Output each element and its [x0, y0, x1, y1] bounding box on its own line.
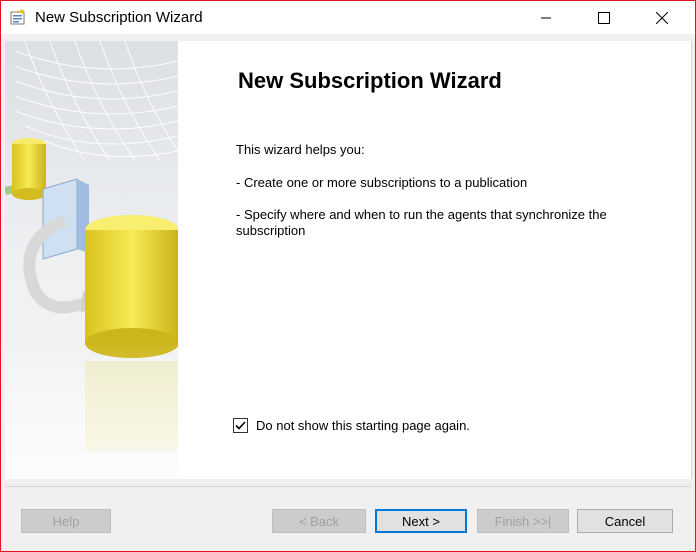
next-button[interactable]: Next >: [375, 509, 467, 533]
intro-text: This wizard helps you:: [236, 142, 365, 157]
bullet-item: - Create one or more subscriptions to a …: [236, 175, 528, 190]
maximize-button[interactable]: [581, 1, 627, 34]
close-icon: [656, 11, 668, 24]
back-button[interactable]: < Back: [272, 509, 366, 533]
title-bar[interactable]: New Subscription Wizard: [1, 1, 695, 34]
close-button[interactable]: [639, 1, 685, 34]
wizard-page: New Subscription Wizard This wizard help…: [5, 41, 692, 479]
bullet-item: - Specify where and when to run the agen…: [236, 207, 607, 238]
maximize-icon: [598, 11, 610, 24]
window-title: New Subscription Wizard: [35, 9, 203, 26]
dont-show-again-checkbox[interactable]: [233, 418, 248, 433]
help-button[interactable]: Help: [21, 509, 111, 533]
footer-divider: [5, 486, 691, 487]
minimize-button[interactable]: [523, 1, 569, 34]
wizard-app-icon: [10, 9, 26, 25]
wizard-banner-image: [5, 41, 178, 479]
page-title: New Subscription Wizard: [238, 68, 502, 93]
dont-show-again-label[interactable]: Do not show this starting page again.: [256, 418, 470, 433]
finish-button[interactable]: Finish >>|: [477, 509, 569, 533]
wizard-window: New Subscription Wizard New Subscription…: [0, 0, 696, 552]
cancel-button[interactable]: Cancel: [577, 509, 673, 533]
checkmark-icon: [235, 421, 246, 430]
minimize-icon: [541, 17, 551, 18]
